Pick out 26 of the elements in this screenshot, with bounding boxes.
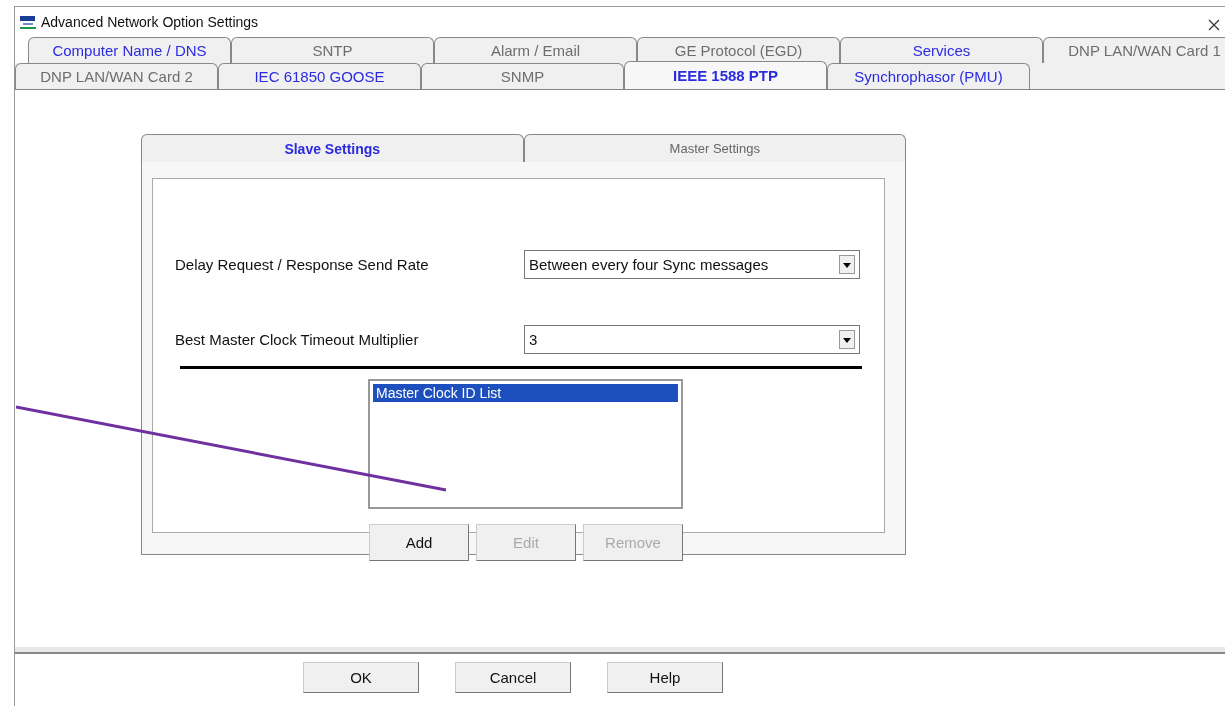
tab[interactable]: IEEE 1588 PTP [624,61,827,89]
tab[interactable]: SNTP [231,37,434,63]
tab[interactable]: Computer Name / DNS [28,37,231,63]
tab[interactable]: DNP LAN/WAN Card 1 [1043,37,1225,63]
tab[interactable]: Synchrophasor (PMU) [827,63,1030,89]
dialog-button[interactable]: OK [303,662,419,693]
tab[interactable]: DNP LAN/WAN Card 2 [15,63,218,89]
tab[interactable]: SNMP [421,63,624,89]
app-logo-icon [19,14,37,30]
dialog-button[interactable]: Help [607,662,723,693]
dropdown[interactable]: 3 [524,324,860,354]
dialog-button[interactable]: Cancel [455,662,571,693]
tab[interactable]: Master Settings [523,134,906,162]
close-icon[interactable] [1208,19,1220,31]
list-item[interactable]: Master Clock ID List [373,384,678,402]
field-label: Delay Request / Response Send Rate [175,255,430,273]
tab[interactable]: Services [840,37,1043,63]
list-button[interactable]: Add [369,524,469,561]
dropdown[interactable]: Between every four Sync messages [524,249,860,279]
tab[interactable]: Slave Settings [141,134,524,162]
window-title: Advanced Network Option Settings [41,14,259,30]
tab[interactable]: GE Protocol (EGD) [637,37,840,63]
field-label: Best Master Clock Timeout Multiplier [175,330,420,348]
tab[interactable]: Alarm / Email [434,37,637,63]
list-box[interactable]: Master Clock ID List [368,379,683,509]
tab[interactable]: IEC 61850 GOOSE [218,63,421,89]
